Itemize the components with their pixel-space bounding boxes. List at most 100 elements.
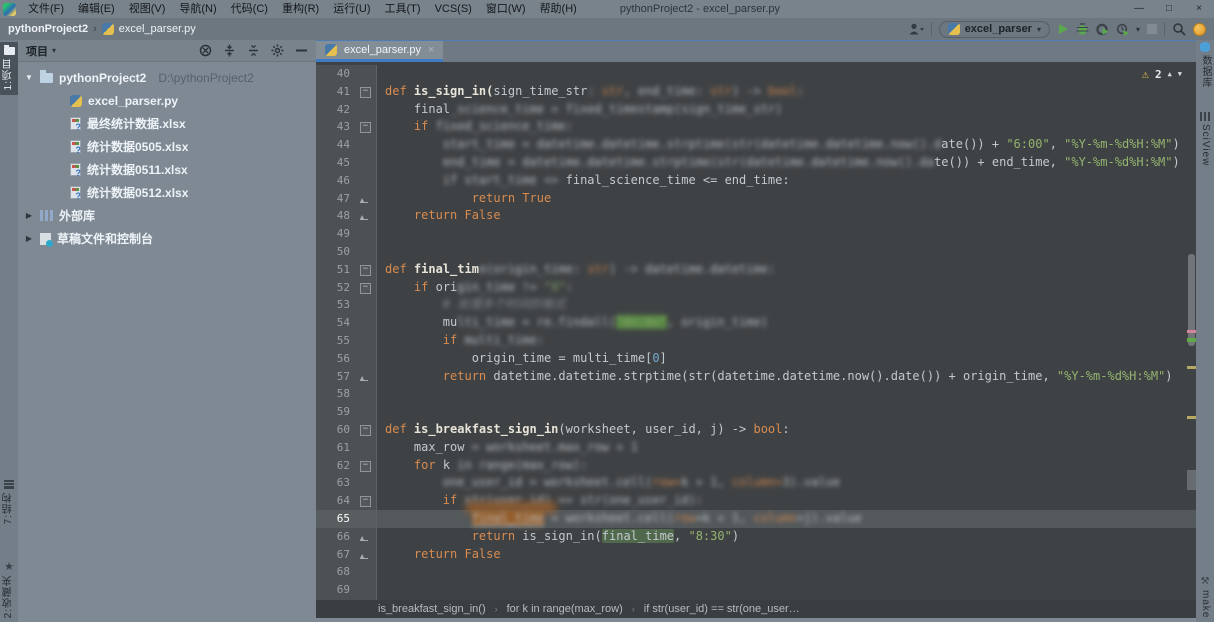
profiler-button[interactable] <box>1096 23 1109 36</box>
fold-marker-icon[interactable] <box>356 421 377 439</box>
breadcrumb-item[interactable]: if str(user_id) == str(one_user… <box>644 603 800 615</box>
breadcrumb-item[interactable]: for k in range(max_row) <box>507 603 623 615</box>
code-line[interactable]: 68 <box>316 563 1196 581</box>
inspection-widget[interactable]: ⚠ 2 ▲ ▼ <box>1142 67 1182 81</box>
run-with-coverage-button[interactable] <box>1116 23 1129 36</box>
code-line[interactable]: 46 if start_time <= final_science_time <… <box>316 172 1196 190</box>
code-line[interactable]: 50 <box>316 243 1196 261</box>
tool-button-project[interactable]: 1:项目 <box>0 42 18 95</box>
fold-marker-icon[interactable] <box>356 118 377 136</box>
menu-item[interactable]: 重构(R) <box>275 0 326 18</box>
menu-item[interactable]: 运行(U) <box>326 0 377 18</box>
collapse-all-icon[interactable] <box>223 44 236 57</box>
minimize-button[interactable]: — <box>1124 0 1154 18</box>
menu-item[interactable]: 代码(C) <box>224 0 275 18</box>
hide-panel-icon[interactable] <box>295 44 308 57</box>
code-line[interactable]: 67 return False <box>316 546 1196 564</box>
tool-button-database[interactable]: 数据库 <box>1196 42 1214 88</box>
fold-marker-icon[interactable] <box>356 279 377 297</box>
stop-button[interactable] <box>1147 24 1157 34</box>
gutter-arrow-icon[interactable] <box>356 546 377 564</box>
code-line[interactable]: 51def final_time(origin_time: str) -> da… <box>316 261 1196 279</box>
code-line[interactable]: 70 <box>316 599 1196 600</box>
menu-item[interactable]: 视图(V) <box>122 0 173 18</box>
run-options-chevron-icon[interactable]: ▾ <box>1136 25 1140 34</box>
tree-item[interactable]: 统计数据0512.xlsx <box>18 181 316 204</box>
code-line[interactable]: 53 # 处理多个时间的格式 <box>316 296 1196 314</box>
fold-marker-icon[interactable] <box>356 457 377 475</box>
fold-marker-icon[interactable] <box>356 83 377 101</box>
code-line[interactable]: 43 if fixed_science_time: <box>316 118 1196 136</box>
expand-all-icon[interactable] <box>247 44 260 57</box>
tree-chevron-icon[interactable]: ▼ <box>24 73 34 82</box>
code-line[interactable]: 41def is_sign_in(sign_time_str: str, end… <box>316 83 1196 101</box>
code-line[interactable]: 61 max_row = worksheet.max_row + 1 <box>316 439 1196 457</box>
tree-item[interactable]: ▶外部库 <box>18 204 316 227</box>
code-line[interactable]: 40 <box>316 65 1196 83</box>
code-line[interactable]: 64 if str(user_id) == str(one_user_id): <box>316 492 1196 510</box>
project-panel-title[interactable]: 项目 ▾ <box>26 43 56 59</box>
tool-button-favorites[interactable]: ★ 2:收藏夹 <box>0 562 18 618</box>
code-line[interactable]: 60def is_breakfast_sign_in(worksheet, us… <box>316 421 1196 439</box>
gutter-arrow-icon[interactable] <box>356 190 377 208</box>
tool-button-sciview[interactable]: SciView <box>1196 112 1214 166</box>
editor-scrollbar[interactable] <box>1187 62 1196 600</box>
menu-item[interactable]: 工具(T) <box>378 0 428 18</box>
tree-item[interactable]: ▼pythonProject2D:\pythonProject2 <box>18 66 316 89</box>
tree-item[interactable]: 统计数据0505.xlsx <box>18 135 316 158</box>
code-line[interactable]: 47 return True <box>316 190 1196 208</box>
tool-button-structure[interactable]: 7:结构 <box>0 480 18 524</box>
maximize-button[interactable]: □ <box>1154 0 1184 18</box>
code-line[interactable]: 55 if multi_time: <box>316 332 1196 350</box>
gutter-arrow-icon[interactable] <box>356 368 377 386</box>
code-line[interactable]: 57 return datetime.datetime.strptime(str… <box>316 368 1196 386</box>
tool-button-make[interactable]: ⚒ make <box>1196 577 1214 618</box>
code-line[interactable]: 52 if origin_time != "X": <box>316 279 1196 297</box>
notification-badge-icon[interactable] <box>1193 23 1206 36</box>
next-warning-icon[interactable]: ▼ <box>1178 70 1182 78</box>
code-line[interactable]: 48 return False <box>316 207 1196 225</box>
search-everywhere-icon[interactable] <box>1172 22 1186 36</box>
run-configuration-select[interactable]: excel_parser ▾ <box>939 21 1050 38</box>
code-line[interactable]: 63 one_user_id = worksheet.cell(row=k + … <box>316 474 1196 492</box>
code-line[interactable]: 49 <box>316 225 1196 243</box>
fold-marker-icon[interactable] <box>356 492 377 510</box>
code-line[interactable]: 66 return is_sign_in(final_time, "8:30") <box>316 528 1196 546</box>
code-line[interactable]: 65 final_time = worksheet.cell(row=k + 1… <box>316 510 1196 528</box>
prev-warning-icon[interactable]: ▲ <box>1168 70 1172 78</box>
code-line[interactable]: 45 end_time = datetime.datetime.strptime… <box>316 154 1196 172</box>
code-line[interactable]: 42 final_science_time = fixed_timestamp(… <box>316 101 1196 119</box>
tab-close-icon[interactable]: × <box>428 44 434 56</box>
code-line[interactable]: 44 start_time = datetime.datetime.strpti… <box>316 136 1196 154</box>
breadcrumb-item[interactable]: is_breakfast_sign_in() <box>378 603 486 615</box>
tree-item[interactable]: ▶草稿文件和控制台 <box>18 227 316 250</box>
gutter-arrow-icon[interactable] <box>356 528 377 546</box>
code-line[interactable]: 54 multi_time = re.findall("d+:d+", orig… <box>316 314 1196 332</box>
breadcrumb-file[interactable]: excel_parser.py <box>119 23 196 35</box>
tree-chevron-icon[interactable]: ▶ <box>24 234 34 243</box>
menu-item[interactable]: 帮助(H) <box>533 0 584 18</box>
tree-chevron-icon[interactable]: ▶ <box>24 211 34 220</box>
menu-item[interactable]: 窗口(W) <box>479 0 533 18</box>
gutter-arrow-icon[interactable] <box>356 207 377 225</box>
menu-item[interactable]: 导航(N) <box>172 0 223 18</box>
code-line[interactable]: 62 for k in range(max_row): <box>316 457 1196 475</box>
close-button[interactable]: × <box>1184 0 1214 18</box>
tab-excel-parser[interactable]: excel_parser.py × <box>316 41 443 62</box>
breadcrumb-project[interactable]: pythonProject2 <box>8 23 88 35</box>
menu-item[interactable]: 文件(F) <box>21 0 71 18</box>
code-line[interactable]: 56 origin_time = multi_time[0] <box>316 350 1196 368</box>
debug-button[interactable] <box>1076 23 1089 36</box>
code-editor[interactable]: 4041def is_sign_in(sign_time_str: str, e… <box>316 62 1196 600</box>
run-button[interactable] <box>1057 23 1069 35</box>
code-line[interactable]: 58 <box>316 385 1196 403</box>
code-line[interactable]: 59 <box>316 403 1196 421</box>
tree-item[interactable]: 统计数据0511.xlsx <box>18 158 316 181</box>
menu-item[interactable]: VCS(S) <box>428 0 479 18</box>
menu-item[interactable]: 编辑(E) <box>71 0 122 18</box>
user-account-icon[interactable] <box>909 23 924 35</box>
locate-file-icon[interactable] <box>199 44 212 57</box>
fold-marker-icon[interactable] <box>356 261 377 279</box>
tree-item[interactable]: 最终统计数据.xlsx <box>18 112 316 135</box>
tree-item[interactable]: excel_parser.py <box>18 89 316 112</box>
